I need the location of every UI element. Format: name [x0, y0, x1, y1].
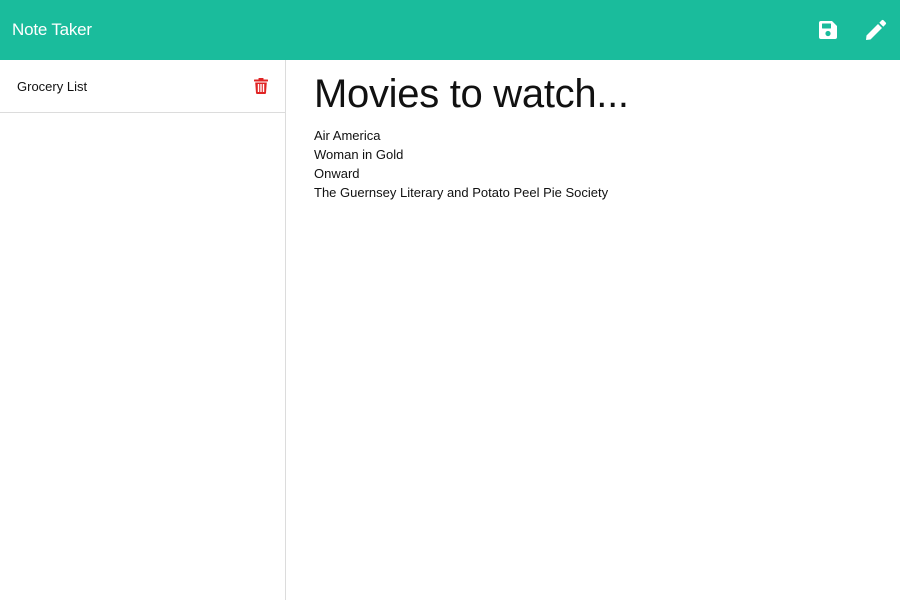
delete-note-button[interactable]	[253, 77, 269, 95]
new-note-button[interactable]	[864, 18, 888, 42]
trash-icon	[254, 78, 268, 94]
note-line: Onward	[314, 166, 360, 181]
navbar: Note Taker	[0, 0, 900, 60]
note-editor: Movies to watch... Air America Woman in …	[287, 60, 900, 600]
note-line: Air America	[314, 128, 381, 143]
app-title[interactable]: Note Taker	[12, 20, 92, 40]
pencil-icon	[866, 19, 887, 40]
note-title-field[interactable]: Movies to watch...	[314, 70, 900, 118]
note-text-area[interactable]: Air America Woman in Gold Onward The Gue…	[314, 126, 900, 202]
note-line: Woman in Gold	[314, 147, 404, 162]
note-line: The Guernsey Literary and Potato Peel Pi…	[314, 185, 609, 200]
notes-sidebar: Grocery List	[0, 60, 286, 600]
note-list-title[interactable]: Grocery List	[17, 79, 87, 94]
list-item[interactable]: Grocery List	[0, 60, 285, 113]
floppy-disk-icon	[819, 21, 837, 39]
save-note-button[interactable]	[816, 18, 840, 42]
navbar-actions	[816, 0, 888, 60]
